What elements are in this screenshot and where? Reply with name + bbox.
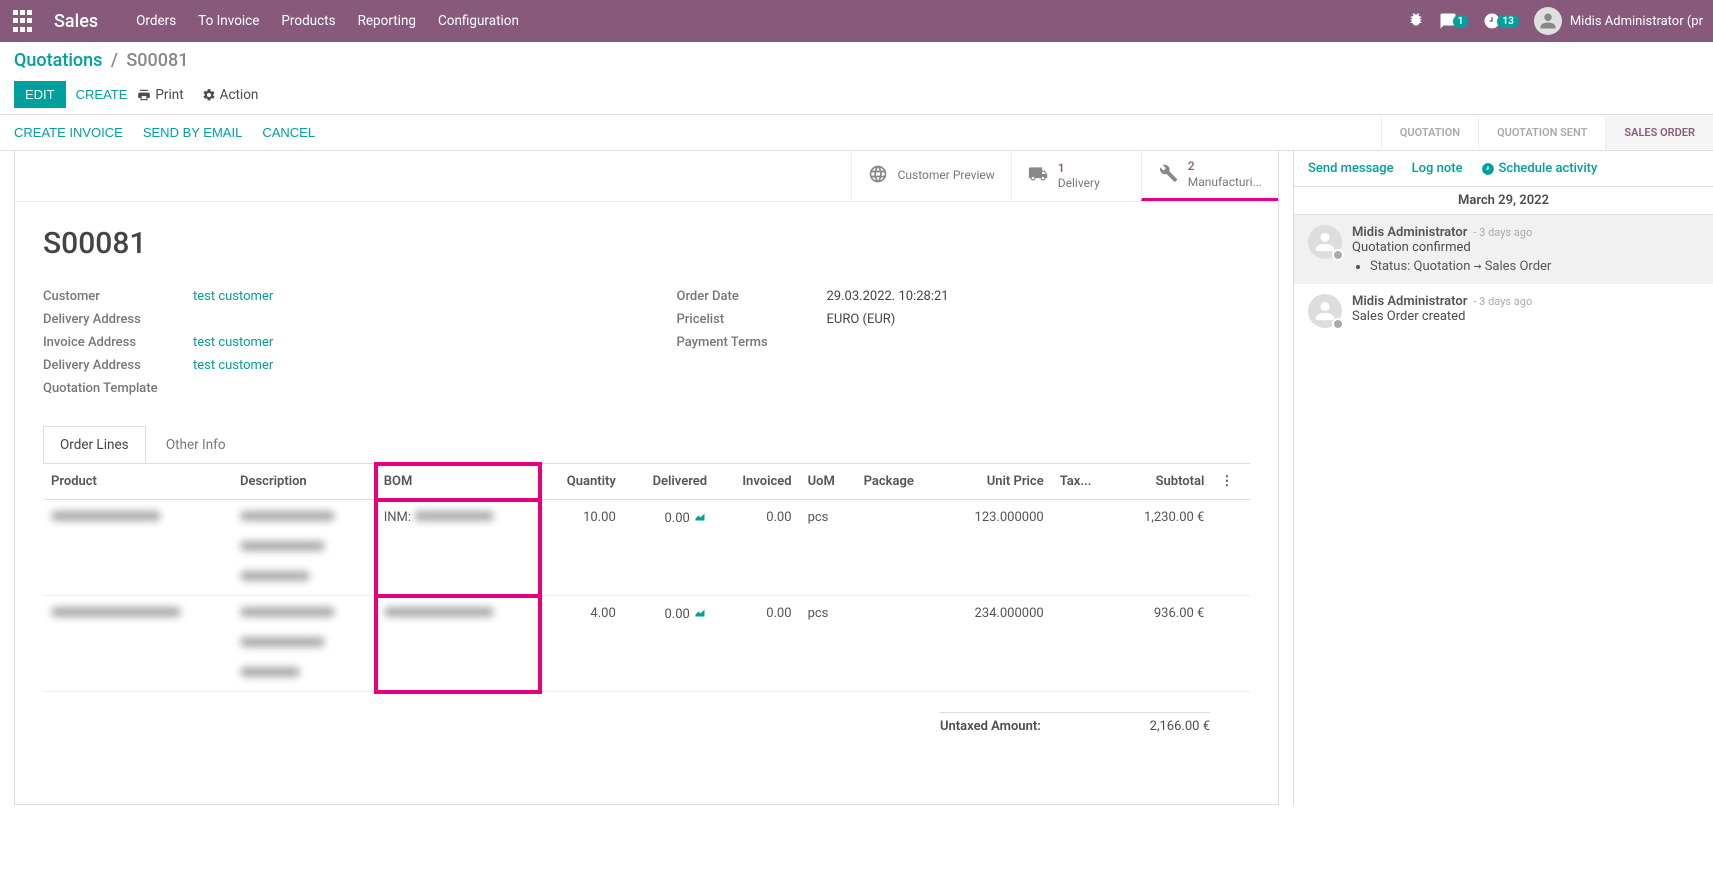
control-panel: Quotations / S00081 Edit Create Print Ac… (0, 42, 1713, 115)
tab-order-lines[interactable]: Order Lines (43, 426, 146, 463)
field-label: Quotation Template (43, 381, 193, 396)
invoice-address-link[interactable]: test customer (193, 335, 273, 350)
brand[interactable]: Sales (54, 11, 98, 32)
globe-icon (868, 164, 888, 188)
stat-customer-preview[interactable]: Customer Preview (851, 151, 1011, 201)
truck-icon (1028, 164, 1048, 188)
field-label: Delivery Address (43, 312, 193, 327)
graph-icon[interactable] (693, 607, 707, 622)
stat-delivery[interactable]: 1Delivery (1011, 151, 1141, 201)
message: Midis Administrator- 3 days ago Sales Or… (1294, 284, 1713, 338)
th-uom[interactable]: UoM (800, 464, 856, 500)
th-unit-price[interactable]: Unit Price (941, 464, 1051, 500)
wrench-icon (1158, 163, 1178, 187)
table-row[interactable]: INM: 10.00 0.00 0.00 pcs 123.000000 1,23… (43, 500, 1250, 596)
messaging-icon[interactable]: 1 (1439, 12, 1469, 30)
field-value: EURO (EUR) (827, 312, 896, 327)
field-label: Customer (43, 289, 193, 304)
form-sheet: Customer Preview 1Delivery 2Manufacturi.… (14, 150, 1279, 805)
send-by-email-button[interactable]: Send by Email (143, 125, 242, 140)
order-lines-table: Product Description BOM Quantity Deliver… (43, 464, 1250, 692)
field-label: Invoice Address (43, 335, 193, 350)
nav-products[interactable]: Products (281, 13, 335, 29)
breadcrumb: Quotations / S00081 (14, 50, 1699, 71)
page-title: S00081 (43, 226, 1250, 261)
avatar-icon (1534, 7, 1562, 35)
th-taxes[interactable]: Tax... (1052, 464, 1114, 500)
tab-other-info[interactable]: Other Info (149, 426, 243, 463)
navbar: Sales Orders To Invoice Products Reporti… (0, 0, 1713, 42)
action-button[interactable]: Action (202, 87, 259, 103)
nav-configuration[interactable]: Configuration (438, 13, 519, 29)
activities-icon[interactable]: 13 (1483, 12, 1518, 30)
breadcrumb-root[interactable]: Quotations (14, 50, 102, 71)
create-invoice-button[interactable]: Create Invoice (14, 125, 123, 140)
print-button[interactable]: Print (137, 87, 183, 103)
chatter: Send message Log note Schedule activity … (1293, 151, 1713, 805)
clock-icon (1481, 162, 1495, 176)
customer-link[interactable]: test customer (193, 289, 273, 304)
field-label: Order Date (677, 289, 827, 304)
debug-icon[interactable] (1408, 11, 1424, 31)
th-product[interactable]: Product (43, 464, 232, 500)
user-menu[interactable]: Midis Administrator (pr (1534, 7, 1703, 35)
stage-quotation-sent[interactable]: Quotation Sent (1478, 116, 1605, 149)
chatter-date: March 29, 2022 (1294, 186, 1713, 215)
kebab-icon[interactable]: ⋮ (1212, 464, 1250, 500)
field-value: 29.03.2022. 10:28:21 (827, 289, 949, 304)
stage-quotation[interactable]: Quotation (1381, 116, 1478, 149)
untaxed-value: 2,166.00 € (1150, 719, 1210, 734)
nav-orders[interactable]: Orders (136, 13, 176, 29)
th-package[interactable]: Package (856, 464, 942, 500)
apps-icon[interactable] (10, 9, 34, 33)
schedule-activity-button[interactable]: Schedule activity (1481, 161, 1598, 176)
nav-menu: Orders To Invoice Products Reporting Con… (136, 13, 519, 29)
graph-icon[interactable] (693, 511, 707, 526)
edit-button[interactable]: Edit (14, 81, 66, 108)
field-label: Pricelist (677, 312, 827, 327)
messaging-badge: 1 (1453, 15, 1469, 28)
th-bom[interactable]: BOM (376, 464, 540, 500)
print-icon (137, 88, 151, 102)
table-row[interactable]: 4.00 0.00 0.00 pcs 234.000000 936.00 € (43, 596, 1250, 692)
stage-sales-order[interactable]: Sales Order (1605, 116, 1713, 149)
th-invoiced[interactable]: Invoiced (715, 464, 799, 500)
stat-manufacturing[interactable]: 2Manufacturi... (1141, 151, 1278, 201)
delivery-address-link[interactable]: test customer (193, 358, 273, 373)
th-description[interactable]: Description (232, 464, 376, 500)
send-message-button[interactable]: Send message (1308, 161, 1394, 176)
activities-badge: 13 (1497, 15, 1518, 28)
breadcrumb-current: S00081 (126, 50, 188, 71)
message: Midis Administrator- 3 days ago Quotatio… (1294, 215, 1713, 284)
nav-reporting[interactable]: Reporting (358, 13, 416, 29)
th-quantity[interactable]: Quantity (540, 464, 624, 500)
th-delivered[interactable]: Delivered (624, 464, 715, 500)
statusbar: Create Invoice Send by Email Cancel Quot… (0, 115, 1713, 151)
avatar-icon (1308, 225, 1342, 259)
gear-icon (202, 88, 216, 102)
field-label: Delivery Address (43, 358, 193, 373)
log-note-button[interactable]: Log note (1412, 161, 1463, 176)
untaxed-label: Untaxed Amount: (940, 719, 1041, 734)
field-label: Payment Terms (677, 335, 827, 350)
user-name: Midis Administrator (pr (1570, 14, 1703, 29)
nav-to-invoice[interactable]: To Invoice (198, 13, 259, 29)
avatar-icon (1308, 294, 1342, 328)
th-subtotal[interactable]: Subtotal (1114, 464, 1213, 500)
create-button[interactable]: Create (66, 82, 138, 107)
cancel-button[interactable]: Cancel (262, 125, 315, 140)
